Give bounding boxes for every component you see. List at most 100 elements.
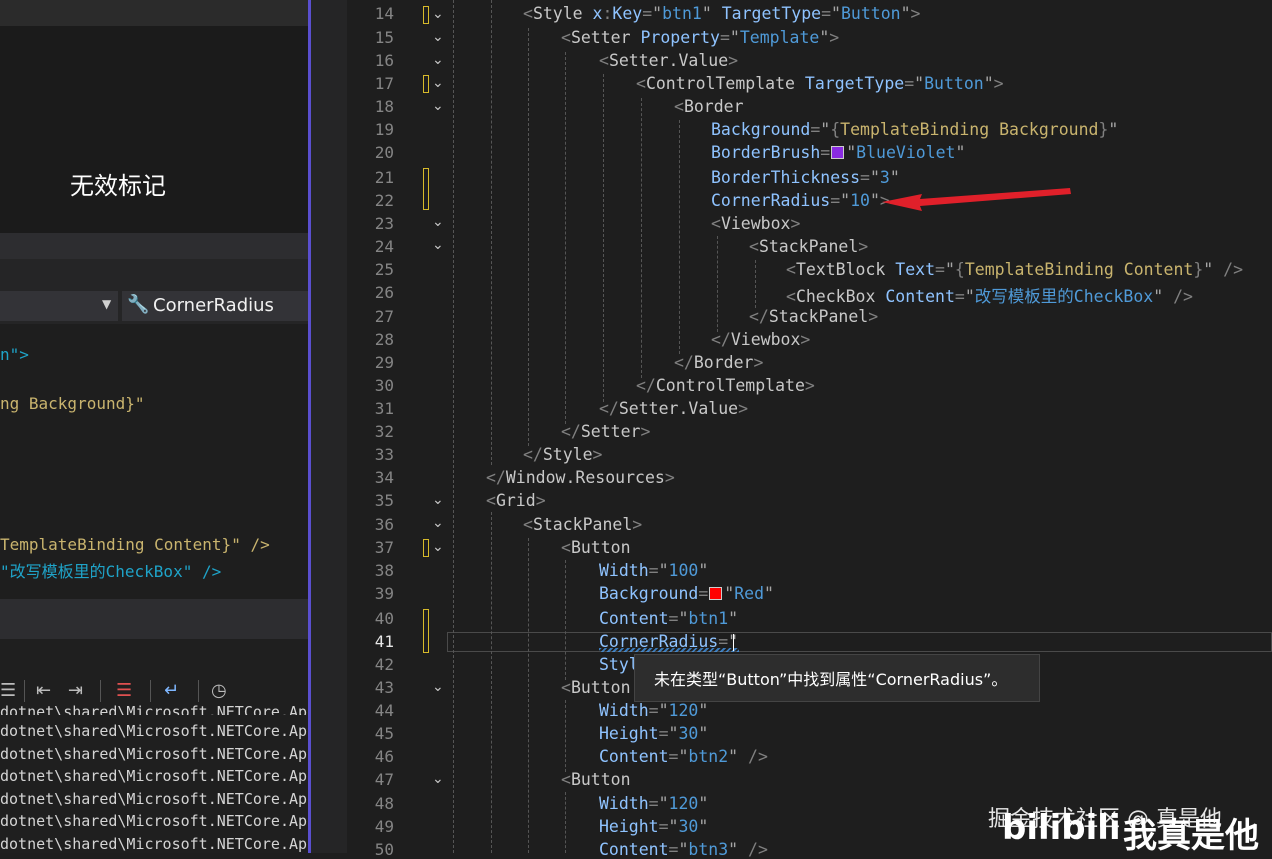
code-line[interactable]: Height="30": [599, 724, 708, 743]
line-number: 47: [374, 770, 394, 789]
fold-chevron-icon[interactable]: ⌄: [432, 492, 444, 508]
fold-chevron-icon[interactable]: ⌄: [432, 771, 444, 787]
fold-chevron-icon[interactable]: ⌄: [432, 214, 444, 230]
clock-icon[interactable]: ◷: [211, 680, 227, 701]
code-line[interactable]: Background="{TemplateBinding Background}…: [711, 120, 1118, 139]
indent-guide: [491, 512, 492, 853]
code-line[interactable]: Content="btn1": [599, 609, 738, 628]
line-number: 50: [374, 840, 394, 859]
indent-guide: [565, 560, 566, 680]
mini-code-line: ng Background}": [0, 394, 145, 413]
code-line[interactable]: </Setter.Value>: [599, 399, 748, 418]
code-line[interactable]: <TextBlock Text="{TemplateBinding Conten…: [786, 260, 1243, 279]
word-wrap-icon[interactable]: ↵: [164, 680, 179, 701]
mini-code-line: "改写模板里的CheckBox" />: [0, 562, 222, 581]
line-number: 49: [374, 817, 394, 836]
bilibili-logo: bilibili: [1002, 808, 1121, 848]
type-dropdown[interactable]: [0, 291, 118, 321]
code-line[interactable]: </Viewbox>: [711, 330, 810, 349]
code-line[interactable]: </Style>: [523, 445, 602, 464]
member-name: CornerRadius: [153, 295, 274, 316]
line-number: 24: [374, 237, 394, 256]
indent-guide: [528, 538, 529, 853]
code-line[interactable]: </Border>: [674, 353, 763, 372]
code-line[interactable]: <Button: [561, 678, 631, 697]
line-number: 14: [374, 4, 394, 23]
toolbar-divider: [198, 680, 199, 702]
code-line[interactable]: Content="btn3" />: [599, 840, 768, 859]
code-line[interactable]: <CheckBox Content="改写模板里的CheckBox" />: [786, 283, 1193, 307]
line-number: 21: [374, 168, 394, 187]
indent-guide: [453, 0, 454, 853]
outdent-icon[interactable]: ⇥: [68, 680, 83, 701]
clear-all-icon[interactable]: ☰: [116, 680, 132, 701]
code-line[interactable]: </Window.Resources>: [486, 468, 675, 487]
line-number: 19: [374, 120, 394, 139]
line-number: 30: [374, 376, 394, 395]
line-number: 32: [374, 422, 394, 441]
fold-chevron-icon[interactable]: ⌄: [432, 6, 444, 22]
design-preview[interactable]: [0, 26, 308, 233]
code-line[interactable]: <Grid>: [486, 491, 546, 510]
line-number: 41: [374, 632, 394, 651]
editor-margin: [311, 0, 347, 853]
code-line[interactable]: <Button: [561, 538, 631, 557]
code-line[interactable]: Styl: [599, 655, 639, 674]
code-line[interactable]: <ControlTemplate TargetType="Button">: [636, 74, 1004, 93]
indent-guide: [565, 52, 566, 424]
fold-chevron-icon[interactable]: ⌄: [432, 29, 444, 45]
invalid-markup-label: 无效标记: [70, 172, 166, 200]
align-left-icon[interactable]: ☰: [0, 680, 16, 701]
line-number: 26: [374, 283, 394, 302]
code-line[interactable]: <Viewbox>: [711, 214, 800, 233]
fold-chevron-icon[interactable]: ⌄: [432, 539, 444, 555]
splitter-bar[interactable]: [0, 233, 308, 259]
code-line[interactable]: </ControlTemplate>: [636, 376, 815, 395]
code-line[interactable]: CornerRadius="10">: [711, 191, 890, 210]
line-number: 23: [374, 214, 394, 233]
output-line: dotnet\shared\Microsoft.NETCore.Ap: [0, 745, 308, 763]
code-line[interactable]: BorderBrush= "BlueViolet": [711, 143, 965, 162]
code-line[interactable]: BorderThickness="3": [711, 168, 900, 187]
mini-code-line: TemplateBinding Content}" />: [0, 535, 270, 554]
toolbar-divider: [150, 680, 151, 702]
line-number: 48: [374, 794, 394, 813]
line-number: 35: [374, 491, 394, 510]
code-line[interactable]: </StackPanel>: [749, 307, 878, 326]
chevron-down-icon[interactable]: ▼: [102, 297, 111, 311]
indent-guide: [565, 792, 566, 853]
fold-chevron-icon[interactable]: ⌄: [432, 75, 444, 91]
fold-chevron-icon[interactable]: ⌄: [432, 237, 444, 253]
code-line[interactable]: Background= "Red": [599, 584, 774, 603]
code-line[interactable]: Width="120": [599, 794, 708, 813]
line-number: 33: [374, 445, 394, 464]
code-line[interactable]: <Border: [674, 97, 744, 116]
code-line[interactable]: <Button: [561, 770, 631, 789]
code-line[interactable]: <StackPanel>: [749, 237, 868, 256]
code-line[interactable]: </Setter>: [561, 422, 650, 441]
line-number: 27: [374, 307, 394, 326]
toolbar-divider: [100, 680, 101, 702]
fold-chevron-icon[interactable]: ⌄: [432, 98, 444, 114]
code-line[interactable]: Width="120": [599, 701, 708, 720]
line-number: 18: [374, 97, 394, 116]
fold-chevron-icon[interactable]: ⌄: [432, 52, 444, 68]
line-number: 42: [374, 655, 394, 674]
blueviolet-swatch: [831, 146, 845, 159]
tab-strip: [0, 259, 308, 288]
line-number: 37: [374, 538, 394, 557]
output-line: dotnet\shared\Microsoft.NETCore.Ap: [0, 767, 308, 785]
code-line[interactable]: Width="100": [599, 561, 708, 580]
code-line[interactable]: <StackPanel>: [523, 515, 642, 534]
change-marker: [423, 609, 429, 653]
code-line[interactable]: Height="30": [599, 817, 708, 836]
fold-chevron-icon[interactable]: ⌄: [432, 679, 444, 695]
code-line[interactable]: <Style x:Key="btn1" TargetType="Button">: [523, 4, 920, 23]
fold-chevron-icon[interactable]: ⌄: [432, 515, 444, 531]
code-line[interactable]: <Setter Property="Template">: [561, 28, 839, 47]
indent-icon[interactable]: ⇤: [36, 680, 51, 701]
output-line: dotnet\shared\Microsoft.NETCore.Ap: [0, 722, 308, 740]
code-line[interactable]: Content="btn2" />: [599, 747, 768, 766]
code-line[interactable]: <Setter.Value>: [599, 51, 738, 70]
text-caret: [733, 634, 734, 651]
